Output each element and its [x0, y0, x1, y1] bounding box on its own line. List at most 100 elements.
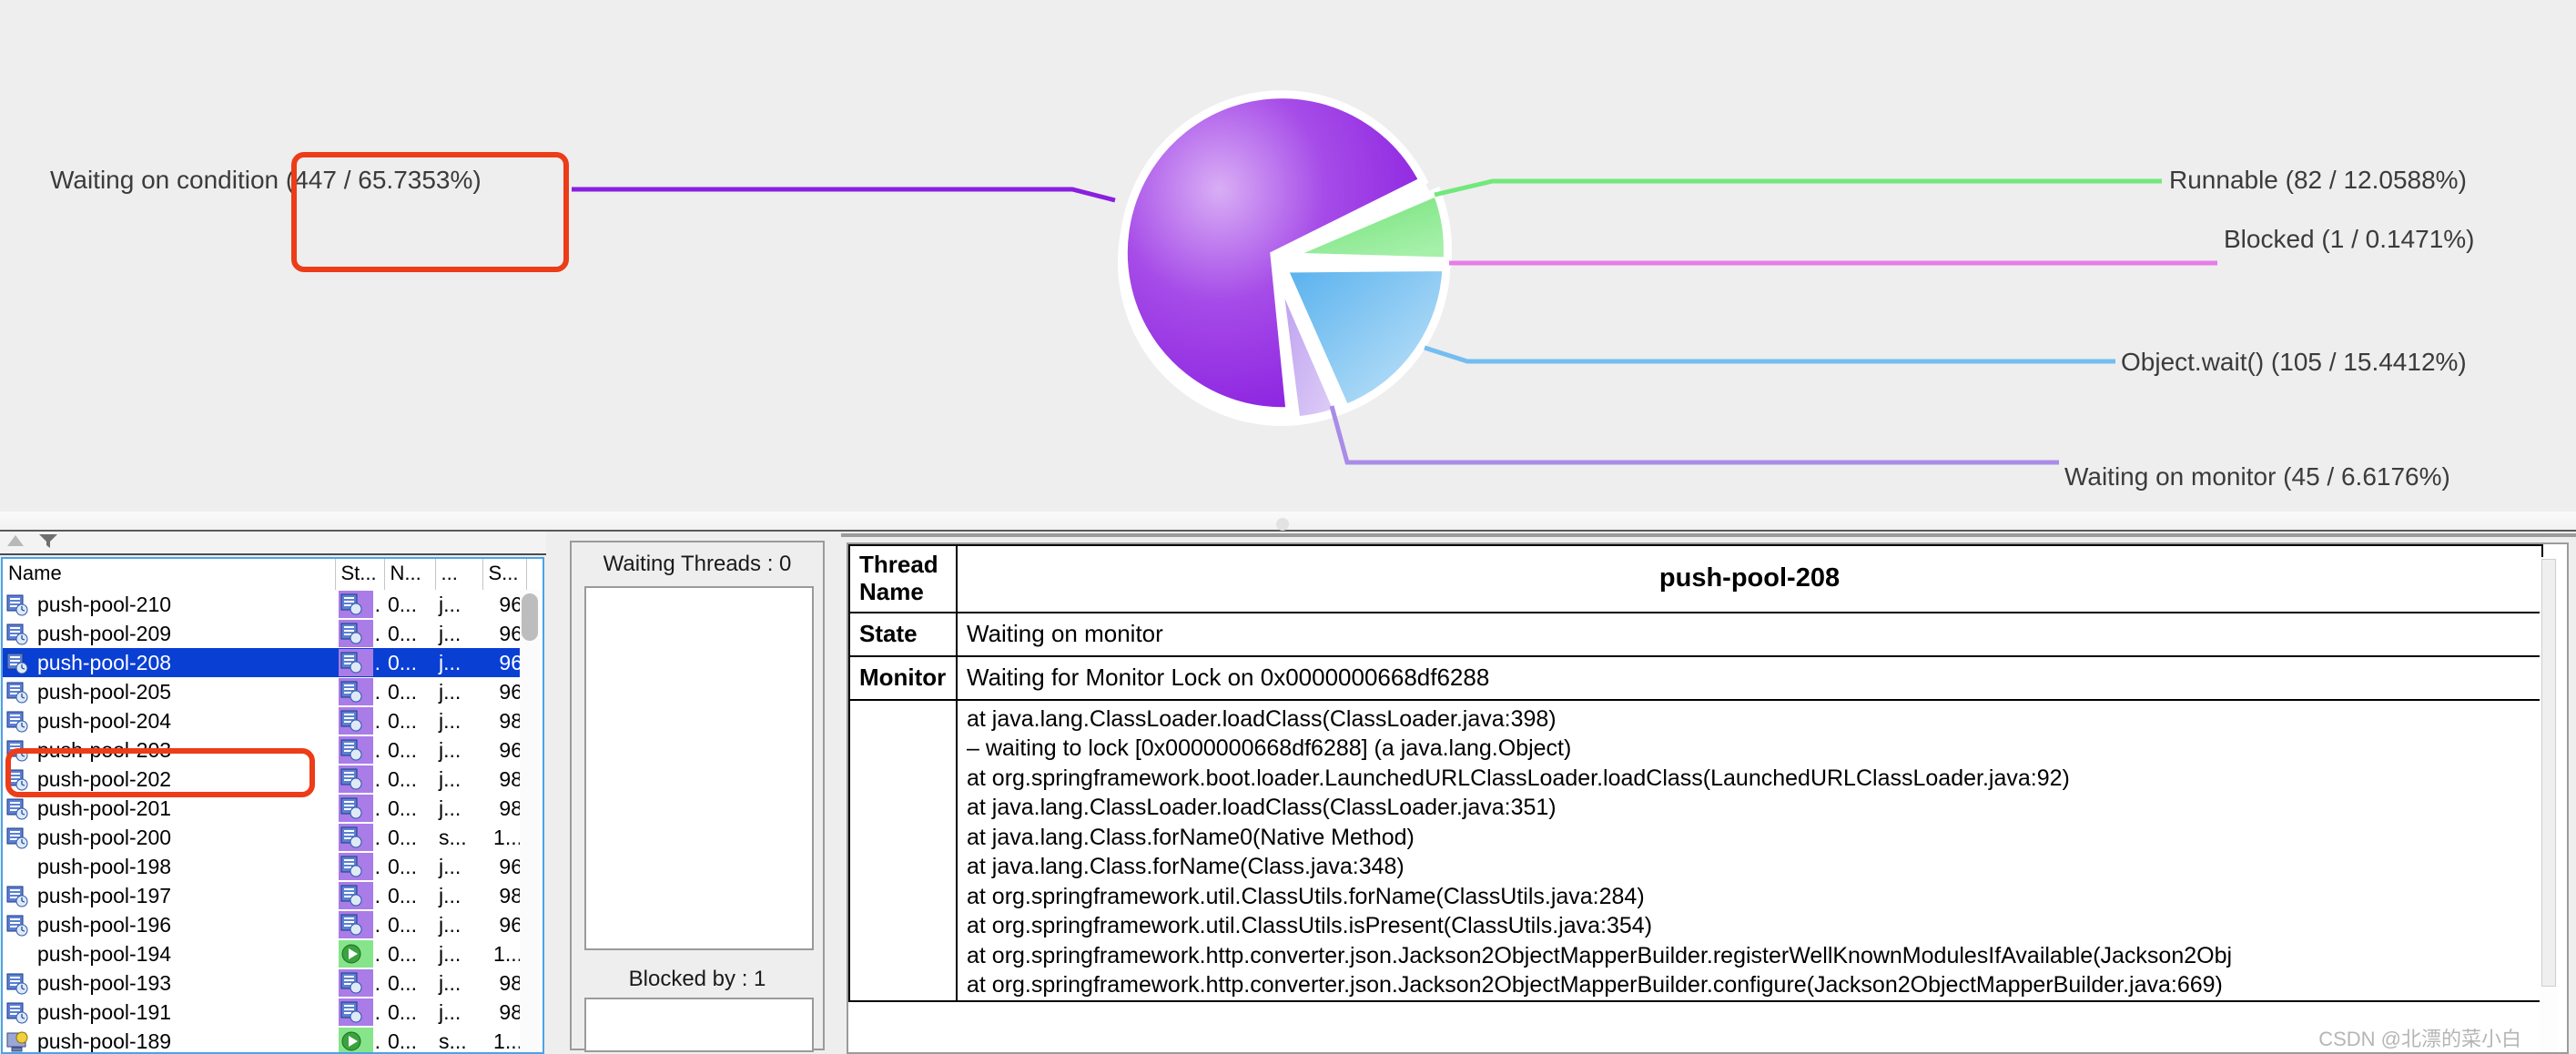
- column-header-s[interactable]: S...: [482, 559, 527, 590]
- thread-n-cell: 0...: [384, 648, 435, 677]
- thread-list-vertical-scrollbar[interactable]: [520, 590, 540, 1052]
- thread-detail-cell: s...: [439, 1029, 467, 1053]
- state-waiting-icon: [340, 972, 362, 994]
- thread-name-cell[interactable]: push-pool-189: [3, 1027, 335, 1052]
- state-swatch: [339, 620, 373, 647]
- table-row[interactable]: push-pool-205. 0... j... 96: [3, 677, 526, 706]
- state-ellipsis: .: [374, 650, 380, 674]
- table-row[interactable]: push-pool-209. 0... j... 96: [3, 619, 526, 648]
- table-row[interactable]: push-pool-196. 0... j... 96: [3, 910, 526, 939]
- state-waiting-icon: [340, 856, 362, 877]
- thread-name-label: push-pool-203: [37, 737, 172, 762]
- blocked-by-list[interactable]: [584, 998, 814, 1052]
- column-header-n[interactable]: N...: [384, 559, 436, 590]
- thread-name-cell[interactable]: push-pool-205: [3, 677, 335, 706]
- thread-name-cell[interactable]: push-pool-191: [3, 998, 335, 1027]
- thread-waiting-icon: [6, 827, 30, 849]
- thread-name-label: push-pool-194: [37, 941, 172, 966]
- thread-name-cell[interactable]: push-pool-208: [3, 648, 335, 677]
- thread-detail-cell: j...: [439, 883, 461, 907]
- thread-n-cell: 0...: [388, 796, 417, 820]
- thread-detail-cell: j...: [439, 970, 461, 995]
- detail-value-thread-name: push-pool-208: [956, 544, 2543, 613]
- thread-n-cell: 0...: [388, 999, 417, 1024]
- state-ellipsis: .: [374, 854, 380, 878]
- column-header-name[interactable]: Name: [3, 559, 336, 590]
- table-row[interactable]: push-pool-200. 0... s... 1...: [3, 823, 526, 852]
- thread-list-toolbar: [0, 532, 546, 555]
- detail-label-thread-name: Thread Name: [848, 544, 958, 613]
- scrollbar-thumb[interactable]: [522, 593, 538, 641]
- table-row[interactable]: push-pool-202. 0... j... 98: [3, 765, 526, 794]
- state-waiting-icon: [340, 739, 362, 761]
- pie-label-runnable: Runnable (82 / 12.0588%): [2169, 166, 2467, 194]
- thread-name-cell[interactable]: push-pool-210: [3, 590, 335, 619]
- detail-value-stack-trace[interactable]: at java.lang.ClassLoader.loadClass(Class…: [956, 698, 2543, 1002]
- thread-name-label: push-pool-205: [37, 679, 172, 704]
- column-header-state[interactable]: St...: [335, 559, 385, 590]
- callout-line-waiting-on-condition: [572, 187, 1116, 203]
- thread-name-cell[interactable]: push-pool-196: [3, 910, 335, 939]
- detail-scrollbar-thumb[interactable]: [2541, 559, 2556, 987]
- state-running-icon: [341, 1031, 361, 1051]
- thread-dump-analyzer-window: Waiting on condition (447 / 65.7353%) Ru…: [0, 0, 2576, 1054]
- state-ellipsis: .: [374, 999, 380, 1024]
- thread-detail-cell: j...: [439, 999, 461, 1024]
- thread-n-cell: 0...: [388, 679, 417, 704]
- thread-waiting-icon: [6, 798, 30, 820]
- thread-name-cell[interactable]: push-pool-203: [3, 735, 335, 765]
- thread-name-cell[interactable]: push-pool-198: [3, 852, 335, 881]
- table-row[interactable]: push-pool-194. 0... j... 1...: [3, 939, 526, 968]
- thread-name-cell[interactable]: push-pool-209: [3, 619, 335, 648]
- thread-name-label: push-pool-198: [37, 854, 172, 878]
- thread-state-cell: .: [335, 968, 384, 998]
- table-row[interactable]: push-pool-198. 0... j... 96: [3, 852, 526, 881]
- thread-state-cell: .: [335, 619, 384, 648]
- thread-name-cell[interactable]: push-pool-197: [3, 881, 335, 910]
- thread-name-label: push-pool-201: [37, 796, 172, 820]
- pie-label-waiting-on-condition: Waiting on condition (447 / 65.7353%): [50, 166, 482, 194]
- thread-name-cell[interactable]: push-pool-204: [3, 706, 335, 735]
- thread-state-cell: .: [335, 852, 384, 881]
- detail-value-state: Waiting on monitor: [956, 611, 2543, 657]
- table-row[interactable]: push-pool-193. 0... j... 98: [3, 968, 526, 998]
- table-row[interactable]: push-pool-201. 0... j... 98: [3, 794, 526, 823]
- thread-n-cell: 0...: [388, 737, 417, 762]
- thread-n-cell: 0...: [388, 592, 417, 616]
- sort-ascending-icon[interactable]: [5, 533, 25, 552]
- horizontal-splitter[interactable]: [0, 512, 2576, 532]
- state-swatch: [339, 765, 373, 793]
- table-row[interactable]: push-pool-189. 0... s... 1...: [3, 1027, 526, 1053]
- thread-name-cell[interactable]: push-pool-202: [3, 765, 335, 794]
- state-ellipsis: .: [374, 679, 380, 704]
- state-waiting-icon: [340, 681, 362, 703]
- thread-detail-cell: j...: [439, 708, 461, 733]
- column-header-dots[interactable]: ...: [435, 559, 483, 590]
- state-waiting-icon: [340, 826, 362, 848]
- table-row[interactable]: push-pool-204. 0... j... 98: [3, 706, 526, 735]
- thread-detail-table-container[interactable]: Thread Name push-pool-208 State Waiting …: [847, 542, 2569, 1054]
- thread-name-cell[interactable]: push-pool-193: [3, 968, 335, 998]
- state-swatch: [339, 882, 373, 909]
- waiting-threads-panel: Waiting Threads : 0 Blocked by : 1: [557, 533, 1385, 1054]
- detail-vertical-scrollbar[interactable]: [2540, 557, 2558, 1052]
- table-row[interactable]: push-pool-203. 0... j... 96: [3, 735, 526, 765]
- state-ellipsis: .: [374, 970, 380, 995]
- thread-n-cell: 0...: [388, 766, 417, 791]
- thread-name-cell[interactable]: push-pool-194: [3, 939, 335, 968]
- table-row[interactable]: push-pool-191. 0... j... 98: [3, 998, 526, 1027]
- thread-name-cell[interactable]: push-pool-201: [3, 794, 335, 823]
- thread-detail-cell: j...: [439, 941, 461, 966]
- thread-list-table-container[interactable]: Name St... N... ... S... push-pool-210. 0…: [1, 557, 544, 1054]
- thread-state-cell: .: [335, 706, 384, 735]
- splitter-grip-handle[interactable]: [1276, 518, 1289, 531]
- table-row[interactable]: push-pool-208. 0... j... 96: [3, 648, 526, 677]
- table-row[interactable]: push-pool-210. 0... j... 96: [3, 590, 526, 619]
- pie-chart-svg: [572, 90, 2217, 465]
- table-row[interactable]: push-pool-197. 0... j... 98: [3, 881, 526, 910]
- filter-funnel-icon[interactable]: [38, 532, 58, 553]
- thread-name-cell[interactable]: push-pool-200: [3, 823, 335, 852]
- waiting-threads-list[interactable]: [584, 586, 814, 950]
- callout-line-object-wait: [1424, 345, 2115, 364]
- thread-waiting-icon: [6, 623, 30, 645]
